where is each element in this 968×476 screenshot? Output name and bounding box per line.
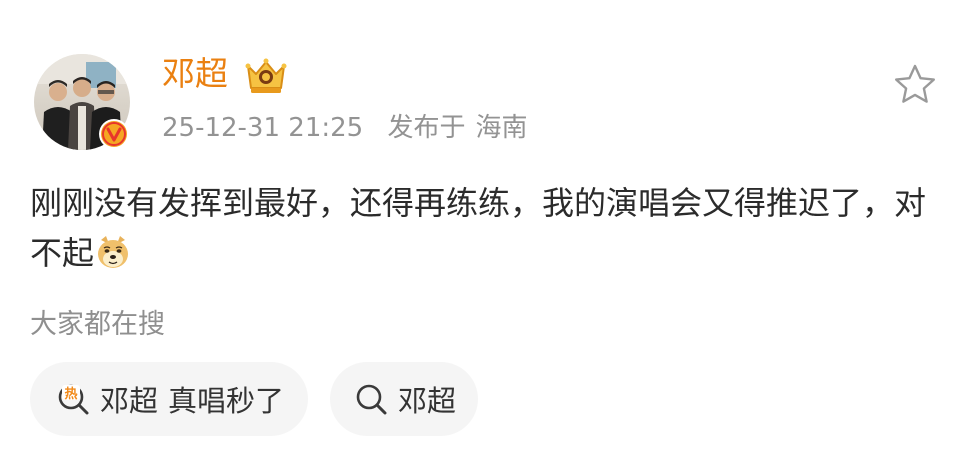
- chip-keyword-detail: 真唱秒了: [168, 384, 285, 418]
- svg-text:热: 热: [64, 386, 77, 402]
- search-icon: [356, 384, 387, 415]
- trending-search-heading: 大家都在搜: [30, 309, 165, 340]
- author-name[interactable]: 邓超: [162, 52, 228, 96]
- post-text-content: 刚刚没有发挥到最好，还得再练练，我的演唱会又得推迟了，对不起: [30, 184, 927, 272]
- chip-label: 邓超 真唱秒了: [100, 378, 284, 420]
- location-prefix: 发布于: [387, 113, 466, 143]
- chip-label: 邓超: [398, 378, 456, 420]
- hot-search-icon: 热: [58, 384, 89, 415]
- post-text: 刚刚没有发挥到最好，还得再练练，我的演唱会又得推迟了，对不起: [30, 178, 940, 278]
- post-timestamp: 25-12-31 21:25: [162, 113, 364, 143]
- crown-membership-badge-icon[interactable]: [244, 56, 288, 96]
- search-chip[interactable]: 邓超: [330, 362, 478, 436]
- chip-keyword: 邓超: [100, 384, 159, 418]
- verified-badge-icon: [99, 119, 129, 149]
- post-location: 海南: [475, 113, 528, 143]
- star-outline-icon[interactable]: [892, 62, 938, 108]
- trending-search-chip[interactable]: 热 邓超 真唱秒了: [30, 362, 308, 436]
- chip-keyword: 邓超: [398, 384, 457, 418]
- post-meta: 25-12-31 21:25 发布于 海南: [162, 110, 528, 146]
- doge-emoji-icon: [98, 236, 129, 268]
